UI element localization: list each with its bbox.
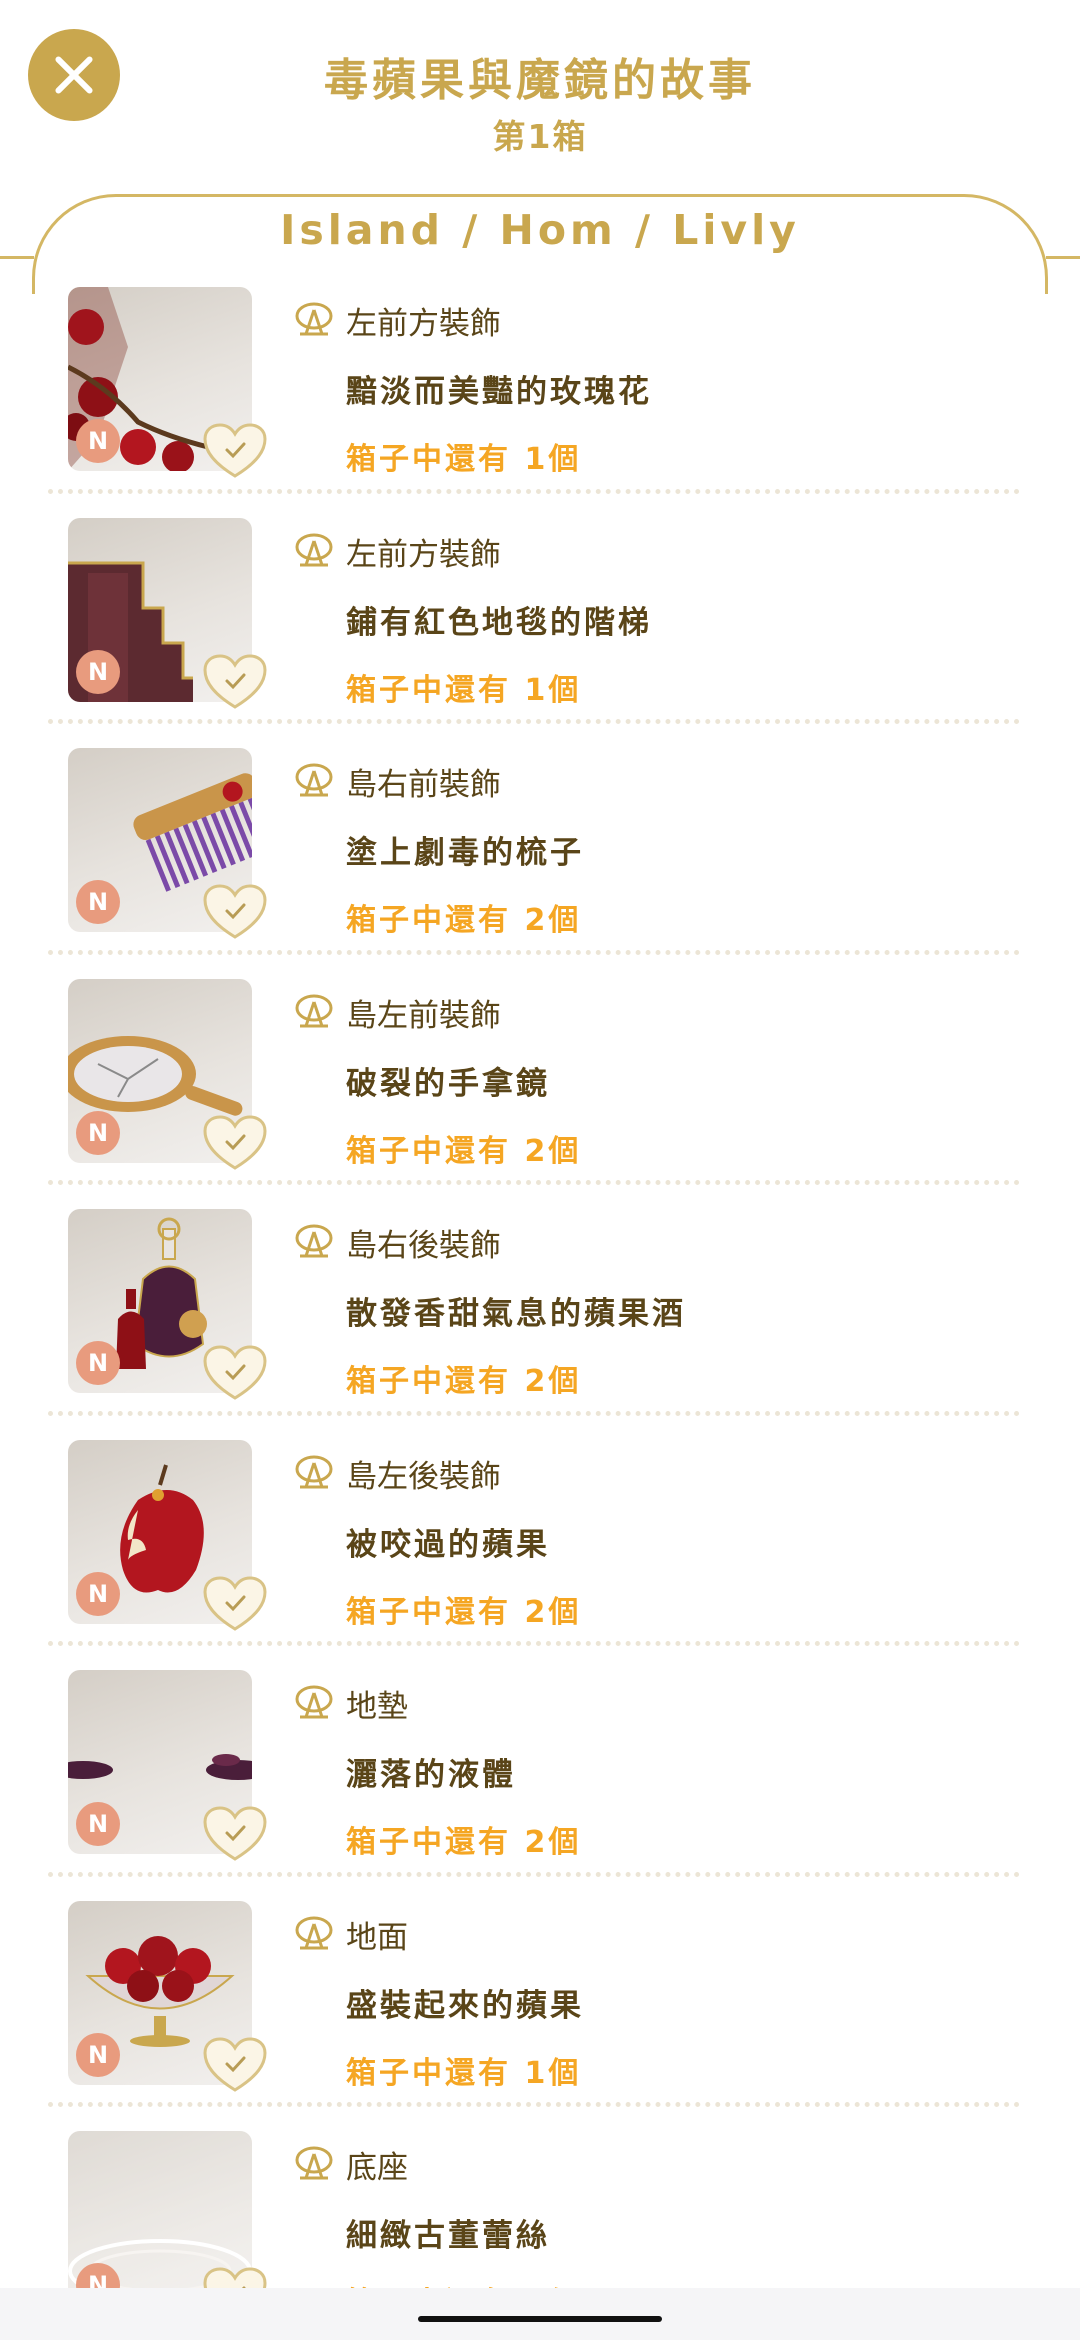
item-name: 黯淡而美豔的玫瑰花: [346, 374, 652, 410]
item-remaining-count: 箱子中還有 1個: [346, 672, 582, 708]
favorite-heart-icon[interactable]: [202, 1805, 268, 1863]
rarity-badge: N: [76, 880, 120, 924]
divider: [48, 949, 1020, 955]
item-category: 島左後裝飾: [346, 1458, 501, 1495]
page-title: 毒蘋果與魔鏡的故事: [324, 55, 756, 106]
home-indicator[interactable]: [418, 2316, 662, 2322]
rarity-badge: N: [76, 1341, 120, 1385]
rarity-badge: N: [76, 419, 120, 463]
island-category-icon: [295, 302, 333, 336]
list-item[interactable]: N 島左後裝飾被咬過的蘋果 箱子中還有 2個: [0, 1410, 1080, 1642]
divider: [48, 719, 1020, 724]
item-remaining-count: 箱子中還有 2個: [346, 1594, 582, 1630]
item-name: 鋪有紅色地毯的階梯: [346, 604, 652, 641]
island-category-icon: [295, 994, 333, 1027]
island-category-icon: [295, 533, 333, 566]
list-item[interactable]: N 地墊灑落的液體箱子中還有 2個: [0, 1641, 1080, 1872]
item-name: 被咬過的蘋果: [346, 1526, 550, 1563]
section-title: Island / Hom / Livly: [280, 206, 800, 254]
rarity-badge: N: [76, 2032, 120, 2077]
page-subtitle: 第1箱: [492, 117, 588, 156]
favorite-heart-icon[interactable]: [202, 2036, 268, 2094]
island-category-icon: [295, 1455, 333, 1488]
favorite-heart-icon[interactable]: [202, 422, 268, 480]
divider: [48, 1180, 1020, 1185]
item-remaining-count: 箱子中還有 1個: [346, 2055, 582, 2091]
divider: [48, 1410, 1020, 1416]
divider: [48, 488, 1020, 494]
divider: [48, 1641, 1020, 1646]
item-remaining-count: 箱子中還有 1個: [346, 442, 582, 477]
item-name: 散發香甜氣息的蘋果酒: [346, 1296, 686, 1332]
item-category: 島右前裝飾: [346, 767, 501, 803]
rarity-badge: N: [76, 649, 120, 694]
item-name: 灑落的液體: [346, 1757, 516, 1793]
favorite-heart-icon[interactable]: [202, 1575, 268, 1633]
bottom-bar: [0, 2288, 1080, 2340]
favorite-heart-icon[interactable]: [202, 1344, 268, 1402]
item-remaining-count: 箱子中還有 2個: [346, 1364, 582, 1399]
item-category: 左前方裝飾: [346, 536, 501, 573]
favorite-heart-icon[interactable]: [202, 1114, 268, 1172]
island-category-icon: [295, 1685, 333, 1719]
list-item[interactable]: N 左前方裝飾黯淡而美豔的玫瑰花 箱子中還有 1個: [0, 258, 1080, 489]
favorite-heart-icon[interactable]: [202, 2266, 268, 2288]
rarity-badge: N: [76, 1571, 120, 1616]
rarity-badge: N: [76, 1110, 120, 1155]
favorite-heart-icon[interactable]: [202, 883, 268, 941]
list-item[interactable]: N 地面盛裝起來的蘋果 箱子中還有 1個: [0, 1871, 1080, 2103]
item-category: 底座: [346, 2150, 408, 2186]
item-category: 地墊: [346, 1689, 408, 1725]
rarity-badge: N: [76, 1802, 120, 1846]
island-category-icon: [295, 1916, 333, 1949]
divider: [48, 1871, 1020, 1877]
item-remaining-count: 箱子中還有 2個: [346, 1133, 582, 1169]
item-category: 島右後裝飾: [346, 1228, 501, 1264]
item-name: 盛裝起來的蘋果: [346, 1987, 584, 2024]
item-category: 左前方裝飾: [346, 306, 501, 342]
divider: [48, 2102, 1020, 2107]
island-category-icon: [295, 2146, 333, 2180]
item-category: 地面: [346, 1919, 408, 1956]
island-category-icon: [295, 763, 333, 797]
list-item[interactable]: N底座細緻古董蕾絲箱子中還有 1個: [0, 2102, 1080, 2288]
item-list[interactable]: N 左前方裝飾 黯淡而美豔的玫瑰花 箱子中還有 1個 N 左前方裝飾 鋪有紅色地毯的階梯 箱子…: [0, 258, 1080, 2288]
list-item[interactable]: N 島右前裝飾塗上劇毒的梳子 箱子中還有 2個: [0, 719, 1080, 950]
list-item[interactable]: N 島右後裝飾散發香甜氣息的蘋果酒 箱子中還有 2個: [0, 1180, 1080, 1411]
item-remaining-count: 箱子中還有 1個: [346, 2278, 581, 2288]
item-name: 破裂的手拿鏡: [346, 1065, 550, 1102]
island-category-icon: [295, 1224, 333, 1258]
item-name: 塗上劇毒的梳子: [346, 835, 584, 871]
item-remaining-count: 箱子中還有 2個: [346, 1825, 582, 1860]
item-name: 細緻古董蕾絲: [346, 2218, 550, 2254]
list-item[interactable]: N 島左前裝飾破裂的手拿鏡 箱子中還有 2個: [0, 949, 1080, 1181]
item-remaining-count: 箱子中還有 2個: [346, 903, 582, 938]
list-item[interactable]: N 左前方裝飾鋪有紅色地毯的階梯 箱子中還有 1個: [0, 488, 1080, 720]
item-category: 島左前裝飾: [346, 997, 501, 1034]
favorite-heart-icon[interactable]: [202, 653, 268, 711]
